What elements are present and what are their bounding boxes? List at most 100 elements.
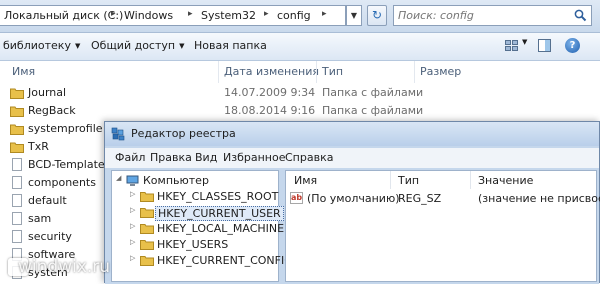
registry-editor-icon [111, 127, 125, 141]
breadcrumb-separator-icon[interactable]: ▸ [188, 9, 193, 19]
menu-favorites[interactable]: Избранное [223, 151, 285, 164]
file-name: systemprofile [28, 122, 103, 135]
expand-icon[interactable]: ▷ [130, 190, 135, 198]
expand-icon[interactable]: ▷ [130, 206, 135, 214]
share-button[interactable]: Общий доступ ▼ [91, 39, 184, 52]
file-type: Папка с файлами [322, 104, 424, 117]
menu-file[interactable]: Файл [115, 151, 145, 164]
include-in-library-label: библиотеку [3, 39, 71, 52]
column-divider[interactable] [414, 61, 415, 83]
column-divider[interactable] [470, 171, 471, 189]
breadcrumb-item[interactable]: config [277, 9, 311, 22]
refresh-button[interactable]: ↻ [367, 5, 387, 26]
window-title: Редактор реестра [131, 127, 236, 140]
column-header-date[interactable]: Дата изменения [224, 65, 319, 78]
expand-icon[interactable]: ▷ [130, 222, 135, 230]
address-bar[interactable]: Локальный диск (C:) ▸ Windows ▸ System32… [0, 5, 346, 26]
key-tree-pane[interactable]: ◢ Компьютер ▷ HKEY_CLASSES_ROOT ▷ HKEY_CURR… [111, 170, 293, 282]
breadcrumb-item[interactable]: System32 [201, 9, 256, 22]
menu-help[interactable]: Справка [285, 151, 333, 164]
search-box[interactable] [393, 5, 592, 26]
file-row[interactable]: Journal 14.07.2009 9:34 Папка с файлами [0, 84, 600, 102]
expand-icon[interactable]: ▷ [130, 238, 135, 246]
file-icon [12, 230, 22, 243]
address-dropdown-icon[interactable]: ▼ [346, 5, 362, 26]
file-icon [12, 194, 22, 207]
tree-label: Компьютер [143, 174, 209, 187]
breadcrumb-separator-icon[interactable]: ▸ [322, 9, 327, 19]
file-name: default [28, 194, 67, 207]
values-header-data[interactable]: Значение [478, 174, 533, 187]
column-divider[interactable] [218, 61, 219, 83]
folder-icon [10, 142, 24, 153]
registry-editor-window: Редактор реестра Файл Правка Вид Избранн… [104, 121, 600, 284]
string-value-icon: ab [290, 192, 303, 204]
view-chevron-icon[interactable]: ▼ [522, 38, 527, 46]
tree-label: HKEY_CLASSES_ROOT [157, 190, 279, 203]
values-pane[interactable]: Имя Тип Значение ab (По умолчанию) REG_S… [285, 170, 600, 282]
folder-icon [140, 192, 154, 202]
folder-icon [10, 106, 24, 117]
file-name: Journal [28, 86, 67, 99]
file-name: security [28, 230, 72, 243]
new-folder-button[interactable]: Новая папка [194, 39, 267, 52]
folder-icon [140, 208, 154, 218]
breadcrumb-separator-icon[interactable]: ▸ [111, 9, 116, 19]
column-header-size[interactable]: Размер [420, 65, 461, 78]
preview-pane-icon[interactable] [538, 39, 551, 52]
file-name: RegBack [28, 104, 76, 117]
folder-icon [10, 124, 24, 135]
include-in-library-button[interactable]: библиотеку ▼ [3, 39, 80, 52]
breadcrumb-item[interactable]: Windows [124, 9, 173, 22]
file-name: sam [28, 212, 52, 225]
file-date: 18.08.2014 9:16 [224, 104, 316, 117]
folder-icon [140, 256, 154, 266]
file-type: Папка с файлами [322, 86, 424, 99]
column-divider[interactable] [390, 171, 391, 189]
values-header-name[interactable]: Имя [294, 174, 317, 187]
file-name: BCD-Template [28, 158, 105, 171]
chevron-down-icon: ▼ [74, 42, 81, 50]
watermark: windwix.ru [18, 257, 111, 277]
menu-bar: Файл Правка Вид Избранное Справка [105, 148, 599, 169]
column-headers: Имя Дата изменения Тип Размер [0, 61, 600, 83]
breadcrumb-separator-icon[interactable]: ▸ [264, 9, 269, 19]
file-icon [12, 158, 22, 171]
file-icon [12, 176, 22, 189]
file-icon [12, 212, 22, 225]
folder-icon [140, 240, 154, 250]
view-options-icon[interactable] [505, 40, 519, 52]
computer-icon [126, 175, 139, 186]
value-name: (По умолчанию) [307, 192, 400, 205]
column-header-type[interactable]: Тип [322, 65, 343, 78]
tree-label: HKEY_CURRENT_CONFIG [157, 254, 293, 267]
folder-icon [140, 224, 154, 234]
chevron-down-icon: ▼ [179, 42, 185, 50]
menu-edit[interactable]: Правка [150, 151, 192, 164]
file-date: 14.07.2009 9:34 [224, 86, 316, 99]
menu-view[interactable]: Вид [195, 151, 217, 164]
tree-label: HKEY_USERS [157, 238, 229, 251]
help-icon[interactable]: ? [565, 38, 580, 53]
collapse-icon[interactable]: ◢ [116, 174, 121, 182]
folder-icon [10, 88, 24, 99]
title-bar[interactable]: Редактор реестра [105, 122, 599, 146]
expand-icon[interactable]: ▷ [130, 254, 135, 262]
tree-label: HKEY_CURRENT_USER [155, 206, 284, 221]
column-divider[interactable] [316, 61, 317, 83]
value-type: REG_SZ [398, 192, 442, 205]
file-name: components [28, 176, 96, 189]
column-header-name[interactable]: Имя [12, 65, 35, 78]
value-data: (значение не присвоено) [478, 192, 600, 205]
value-row[interactable]: ab (По умолчанию) REG_SZ (значение не пр… [286, 191, 600, 207]
search-input[interactable] [398, 7, 568, 24]
values-header-type[interactable]: Тип [398, 174, 419, 187]
breadcrumb-item[interactable]: Локальный диск (C:) [4, 9, 123, 22]
search-icon[interactable] [574, 9, 587, 22]
file-name: TxR [28, 140, 49, 153]
file-row[interactable]: RegBack 18.08.2014 9:16 Папка с файлами [0, 102, 600, 120]
address-bar-area: Локальный диск (C:) ▸ Windows ▸ System32… [0, 0, 600, 33]
tree-label: HKEY_LOCAL_MACHINE [157, 222, 285, 235]
share-label: Общий доступ [91, 39, 176, 52]
command-bar: библиотеку ▼ Общий доступ ▼ Новая папка ▼ … [0, 33, 600, 61]
